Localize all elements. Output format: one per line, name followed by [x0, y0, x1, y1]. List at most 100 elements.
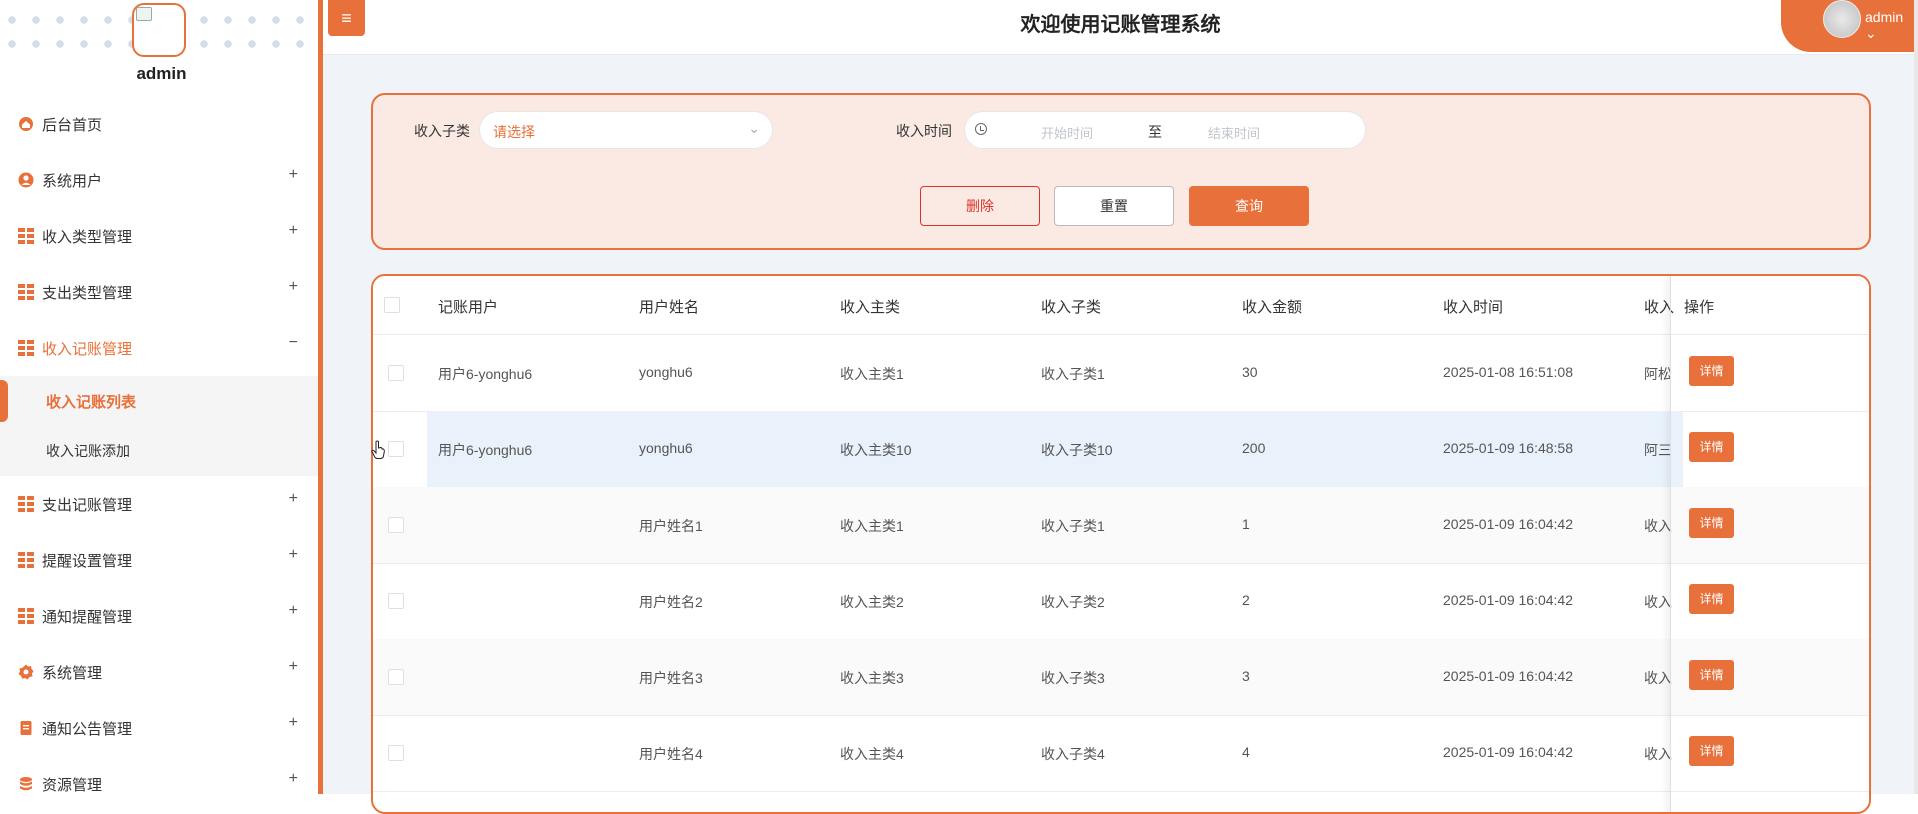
- expand-plus-icon[interactable]: +: [289, 658, 298, 676]
- header-user-name: 用户姓名: [639, 299, 700, 316]
- broken-image-icon: [136, 7, 152, 21]
- select-all-checkbox[interactable]: [384, 297, 400, 313]
- detail-button[interactable]: 详情: [1689, 508, 1734, 538]
- sidebar-item-label: 提醒设置管理: [42, 552, 133, 570]
- row-checkbox[interactable]: [388, 365, 404, 381]
- table-row[interactable]: 用户姓名2 收入主类2 收入子类2 2 2025-01-09 16:04:42 …: [373, 563, 1869, 640]
- table-row[interactable]: 用户姓名3 收入主类3 收入子类3 3 2025-01-09 16:04:42 …: [373, 639, 1869, 716]
- cell-user-name: 用户姓名3: [639, 670, 703, 686]
- sidebar-item-income-records[interactable]: 收入记账管理 −: [0, 320, 318, 376]
- table-row[interactable]: 用户姓名1 收入主类1 收入子类1 1 2025-01-09 16:04:42 …: [373, 487, 1869, 564]
- sidebar-item-label: 资源管理: [42, 776, 103, 794]
- expand-plus-icon[interactable]: +: [289, 602, 298, 620]
- expand-plus-icon[interactable]: +: [289, 714, 298, 732]
- cell-user-name: yonghu6: [639, 364, 693, 380]
- row-checkbox[interactable]: [388, 517, 404, 533]
- sidebar-item-announcements[interactable]: 通知公告管理 +: [0, 700, 318, 756]
- cell-subcategory: 收入子类3: [1041, 670, 1105, 686]
- expand-plus-icon[interactable]: +: [289, 770, 298, 788]
- page-title: 欢迎使用记账管理系统: [1020, 14, 1221, 36]
- header-income-main-category: 收入主类: [840, 299, 901, 316]
- header-income-amount: 收入金额: [1242, 299, 1303, 316]
- grid-icon: [18, 608, 34, 624]
- cell-main-category: 收入主类1: [840, 518, 904, 534]
- sidebar-item-system-users[interactable]: 系统用户 +: [0, 152, 318, 208]
- cell-amount: 30: [1242, 364, 1258, 380]
- subcategory-select[interactable]: 请选择 ⌄: [479, 111, 773, 149]
- grid-icon: [18, 228, 34, 244]
- sidebar-subitem-income-list[interactable]: 收入记账列表: [0, 376, 318, 426]
- header-income-time: 收入时间: [1443, 299, 1504, 316]
- grid-icon: [18, 284, 34, 300]
- sidebar-item-label: 收入记账管理: [42, 340, 133, 358]
- table-row[interactable]: 用户6-yonghu6 yonghu6 收入主类1 收入子类1 30 2025-…: [373, 335, 1869, 412]
- cell-amount: 200: [1242, 440, 1266, 456]
- avatar[interactable]: [132, 3, 186, 57]
- date-range-picker[interactable]: 开始时间 至 结束时间: [964, 111, 1366, 149]
- row-checkbox[interactable]: [388, 441, 404, 457]
- grid-icon: [18, 552, 34, 568]
- sidebar-item-system-management[interactable]: 系统管理 +: [0, 644, 318, 700]
- main-content: 收入子类 请选择 ⌄ 收入时间 开始时间 至 结束时间 删除 重置 查询 记账用…: [323, 55, 1918, 814]
- row-checkbox[interactable]: [388, 669, 404, 685]
- user-menu[interactable]: admin ⌄: [1781, 0, 1918, 52]
- sidebar-item-expense-types[interactable]: 支出类型管理 +: [0, 264, 318, 320]
- detail-button[interactable]: 详情: [1689, 432, 1734, 462]
- range-separator: 至: [1148, 124, 1162, 140]
- cell-user-name: 用户姓名4: [639, 746, 703, 762]
- detail-button[interactable]: 详情: [1689, 660, 1734, 690]
- expand-plus-icon[interactable]: +: [289, 222, 298, 240]
- sidebar-subitem-label: 收入记账添加: [46, 443, 130, 459]
- sidebar-item-notification-reminders[interactable]: 通知提醒管理 +: [0, 588, 318, 644]
- home-icon: [18, 116, 34, 132]
- cell-time: 2025-01-08 16:51:08: [1443, 364, 1573, 380]
- expand-plus-icon[interactable]: +: [289, 278, 298, 296]
- detail-button[interactable]: 详情: [1689, 736, 1734, 766]
- expand-plus-icon[interactable]: +: [289, 490, 298, 508]
- cell-main-category: 收入主类2: [840, 594, 904, 610]
- detail-button[interactable]: 详情: [1689, 356, 1734, 386]
- chevron-down-icon: ⌄: [748, 120, 760, 136]
- sidebar-item-resources[interactable]: 资源管理 +: [0, 756, 318, 794]
- row-checkbox[interactable]: [388, 593, 404, 609]
- sidebar-item-home[interactable]: 后台首页: [0, 96, 318, 152]
- sidebar-subitem-income-add[interactable]: 收入记账添加: [0, 426, 318, 476]
- cell-subcategory: 收入子类1: [1041, 366, 1105, 382]
- header-income-subcategory: 收入子类: [1041, 299, 1102, 316]
- detail-button[interactable]: 详情: [1689, 584, 1734, 614]
- query-button[interactable]: 查询: [1189, 186, 1309, 226]
- cell-subcategory: 收入子类2: [1041, 594, 1105, 610]
- sidebar-item-expense-records[interactable]: 支出记账管理 +: [0, 476, 318, 532]
- table-row[interactable]: 用户姓名4 收入主类4 收入子类4 4 2025-01-09 16:04:42 …: [373, 715, 1869, 792]
- sidebar-item-label: 系统管理: [42, 664, 103, 682]
- sidebar-subitem-label: 收入记账列表: [46, 393, 137, 411]
- start-date-input[interactable]: 开始时间: [1041, 123, 1093, 142]
- hand-pointer-icon: [371, 440, 385, 459]
- records-table: 记账用户 用户姓名 收入主类 收入子类 收入金额 收入时间 收入 操作 用户6-…: [371, 274, 1871, 814]
- reset-button[interactable]: 重置: [1054, 186, 1174, 226]
- user-name-label[interactable]: admin ⌄: [1865, 9, 1918, 42]
- header-recorded-user: 记账用户: [438, 299, 499, 316]
- row-checkbox[interactable]: [388, 745, 404, 761]
- cell-user-name: 用户姓名2: [639, 594, 703, 610]
- collapse-minus-icon[interactable]: −: [289, 334, 298, 352]
- cell-time: 2025-01-09 16:04:42: [1443, 592, 1573, 608]
- expand-plus-icon[interactable]: +: [289, 166, 298, 184]
- cell-amount: 2: [1242, 592, 1250, 608]
- expand-plus-icon[interactable]: +: [289, 546, 298, 564]
- sidebar-menu: 后台首页 系统用户 + 收入类型管理 + 支出类型管理 + 收入记账管理 − 收…: [0, 96, 318, 794]
- page-scrollbar[interactable]: [1914, 0, 1918, 794]
- end-date-input[interactable]: 结束时间: [1208, 123, 1260, 142]
- delete-button[interactable]: 删除: [920, 186, 1040, 226]
- cell-time: 2025-01-09 16:48:58: [1443, 440, 1573, 456]
- cell-user-name: yonghu6: [639, 440, 693, 456]
- gear-icon: [18, 664, 34, 680]
- user-avatar[interactable]: [1823, 0, 1861, 38]
- sidebar-item-income-types[interactable]: 收入类型管理 +: [0, 208, 318, 264]
- sidebar-item-reminder-settings[interactable]: 提醒设置管理 +: [0, 532, 318, 588]
- cell-recorded-user: 用户6-yonghu6: [438, 366, 533, 382]
- cell-main-category: 收入主类3: [840, 670, 904, 686]
- table-row[interactable]: 用户6-yonghu6 yonghu6 收入主类10 收入子类10 200 20…: [373, 411, 1869, 488]
- top-header: ≡ 欢迎使用记账管理系统 admin ⌄: [323, 0, 1918, 55]
- cell-user-name: 用户姓名1: [639, 518, 703, 534]
